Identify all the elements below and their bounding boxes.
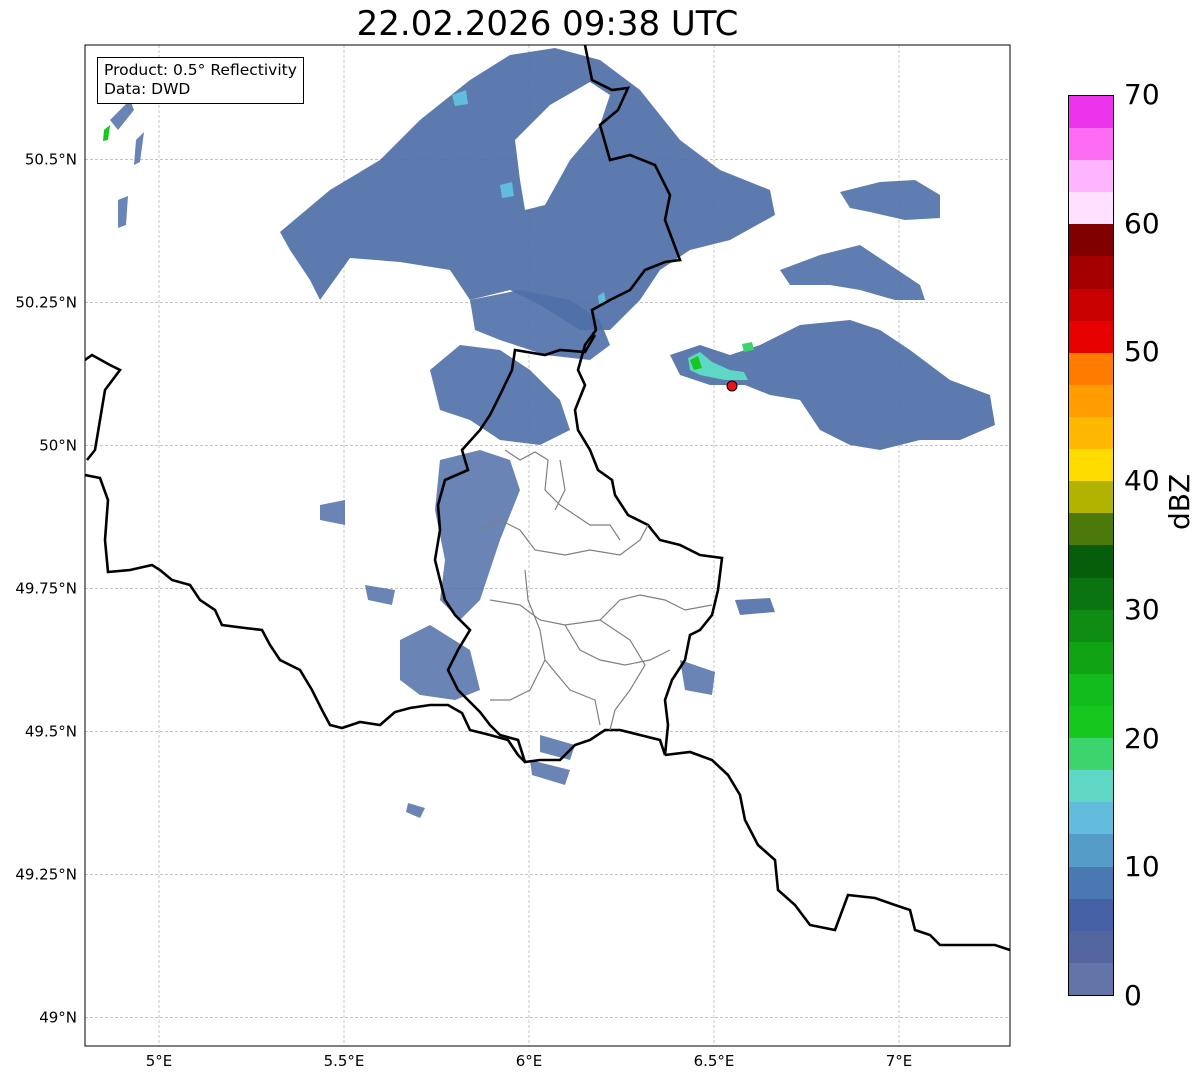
echo-area: [110, 100, 134, 130]
colorbar-segment: [1069, 288, 1113, 321]
echo-area: [365, 585, 395, 605]
national-border: [664, 750, 1010, 952]
lat-tick-label: 50.25°N: [15, 293, 77, 311]
colorbar-segment: [1069, 449, 1113, 482]
colorbar-segment: [1069, 770, 1113, 803]
echo-area: [780, 245, 925, 300]
echo-core: [452, 90, 468, 106]
colorbar-segment: [1069, 160, 1113, 193]
product-label: Product: 0.5° Reflectivity: [104, 61, 297, 79]
colorbar-segment: [1069, 417, 1113, 450]
lat-tick-label: 49.25°N: [15, 865, 77, 883]
colorbar-segment: [1069, 738, 1113, 771]
colorbar-segment: [1069, 192, 1113, 225]
colorbar-segment: [1069, 256, 1113, 289]
colorbar-segment: [1069, 481, 1113, 514]
colorbar-segment: [1069, 706, 1113, 739]
colorbar-segment: [1069, 320, 1113, 353]
lon-tick-label: 6.5°E: [694, 1052, 735, 1070]
colorbar-tick-label: 50: [1124, 335, 1160, 369]
admin-border: [599, 619, 646, 731]
lat-tick-label: 50.5°N: [25, 150, 77, 168]
colorbar-tick-label: 10: [1124, 850, 1160, 884]
colorbar-segment: [1069, 609, 1113, 642]
echo-area: [400, 625, 480, 700]
lon-tick-label: 5°E: [146, 1052, 173, 1070]
colorbar-label: dBZ: [1163, 473, 1196, 530]
radar-site-marker: [726, 380, 738, 392]
info-box: Product: 0.5° Reflectivity Data: DWD: [97, 57, 304, 104]
lon-tick-label: 7°E: [886, 1052, 913, 1070]
echo-area: [118, 196, 128, 228]
reflectivity-echoes: [103, 48, 995, 818]
echo-area: [670, 320, 995, 450]
colorbar-segment: [1069, 352, 1113, 385]
colorbar-segment: [1069, 834, 1113, 867]
colorbar-tick-label: 0: [1124, 979, 1142, 1012]
lat-tick-label: 49.75°N: [15, 579, 77, 597]
admin-border: [544, 659, 601, 726]
admin-border: [490, 569, 546, 701]
colorbar-segment: [1069, 384, 1113, 418]
colorbar-segment: [1069, 95, 1113, 129]
colorbar-tick-label: 40: [1124, 464, 1160, 498]
colorbar-segment: [1069, 641, 1113, 674]
echo-area: [680, 660, 715, 695]
colorbar-tick-label: 30: [1124, 592, 1160, 626]
colorbar-segment: [1069, 577, 1113, 610]
echo-area: [134, 132, 144, 165]
colorbar-segment: [1069, 545, 1113, 578]
radar-map[interactable]: 5°E 5.5°E 6°E 6.5°E 7°E 49°N 49.25°N 49.5°N 49.7…: [0, 0, 1202, 1081]
admin-border: [554, 459, 566, 511]
colorbar-segment: [1069, 673, 1113, 707]
colorbar-segment: [1069, 930, 1113, 963]
data-source-label: Data: DWD: [104, 80, 191, 98]
echo-area: [435, 450, 520, 620]
lon-tick-label: 5.5°E: [324, 1052, 365, 1070]
echo-area: [406, 803, 425, 818]
colorbar-segment: [1069, 962, 1113, 995]
lat-tick-label: 49.5°N: [25, 722, 77, 740]
echo-area: [840, 180, 940, 220]
lat-tick-label: 50°N: [39, 436, 77, 454]
colorbar-segment: [1069, 224, 1113, 257]
echo-area: [540, 735, 575, 760]
colorbar-tick-label: 70: [1124, 78, 1160, 111]
colorbar-tick-label: 20: [1124, 721, 1160, 755]
lon-tick-label: 6°E: [516, 1052, 543, 1070]
echo-area: [320, 500, 345, 525]
colorbar-segment: [1069, 898, 1113, 931]
colorbar-segment: [1069, 802, 1113, 835]
colorbar: [1068, 95, 1114, 996]
colorbar-segment: [1069, 866, 1113, 899]
colorbar-tick-label: 60: [1124, 206, 1160, 240]
echo-area: [735, 598, 775, 615]
national-border: [85, 353, 122, 461]
echo-area: [530, 760, 570, 785]
colorbar-segment: [1069, 513, 1113, 546]
echo-core: [103, 125, 110, 141]
colorbar-segment: [1069, 128, 1113, 161]
lat-tick-label: 49°N: [39, 1008, 77, 1026]
